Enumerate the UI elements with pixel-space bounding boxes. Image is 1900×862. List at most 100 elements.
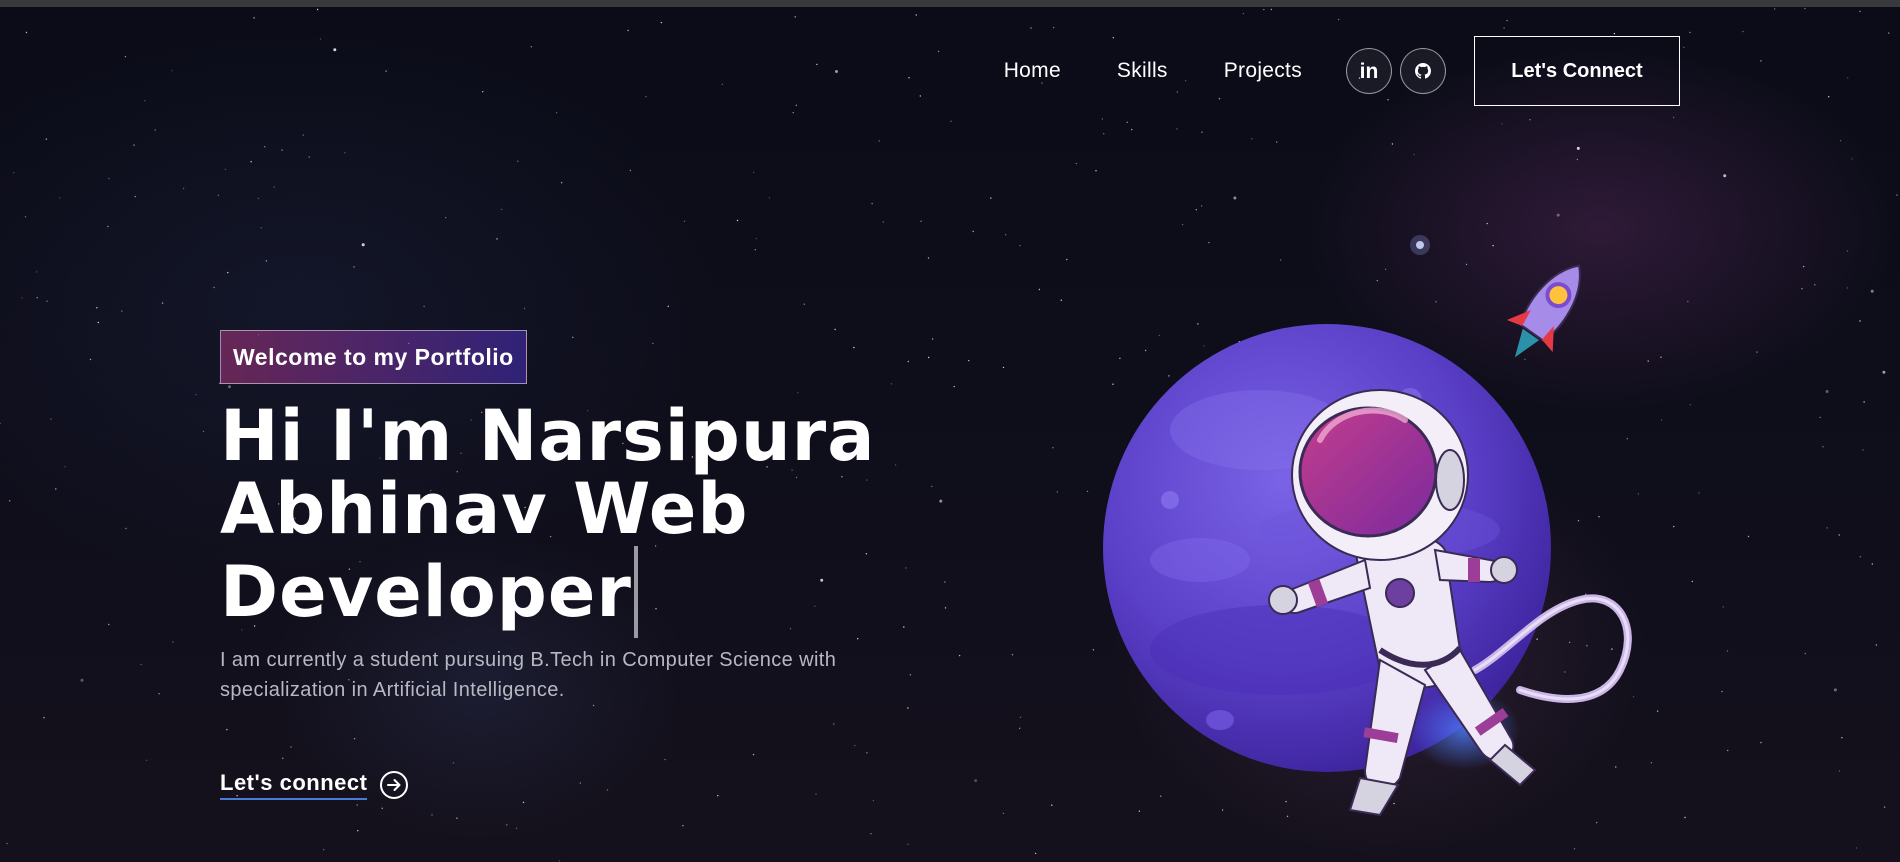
star — [158, 693, 160, 695]
star — [944, 607, 947, 609]
star — [660, 21, 663, 24]
star — [35, 271, 38, 273]
star — [794, 16, 796, 18]
star — [1774, 8, 1776, 10]
star — [1051, 804, 1053, 806]
star — [833, 723, 835, 725]
star — [629, 169, 632, 172]
nav-link-projects[interactable]: Projects — [1224, 59, 1302, 83]
star — [1391, 143, 1394, 145]
star — [920, 220, 922, 222]
headline-line-1: Hi I'm Narsipura — [220, 395, 876, 477]
star — [260, 227, 262, 229]
star — [903, 626, 905, 628]
hero-description: I am currently a student pursuing B.Tech… — [220, 649, 837, 701]
star — [1233, 196, 1237, 200]
star — [1833, 688, 1837, 692]
star — [501, 208, 503, 211]
star — [683, 220, 686, 222]
star — [1270, 8, 1273, 11]
star — [172, 641, 174, 643]
star — [0, 422, 1, 425]
star — [905, 567, 907, 569]
star — [1855, 847, 1858, 849]
star — [213, 286, 215, 289]
star — [1660, 419, 1663, 421]
star — [456, 817, 458, 819]
star — [1847, 77, 1849, 79]
star — [1727, 749, 1729, 752]
star — [1863, 401, 1865, 403]
star — [1056, 491, 1058, 493]
star — [133, 144, 135, 146]
github-button[interactable] — [1400, 48, 1446, 94]
star — [1841, 737, 1843, 739]
star — [682, 825, 684, 827]
star — [1052, 447, 1054, 449]
star — [1888, 32, 1890, 34]
star — [754, 249, 757, 251]
star — [1002, 366, 1005, 369]
linkedin-button[interactable]: in — [1346, 48, 1392, 94]
star — [834, 328, 836, 331]
star — [24, 216, 27, 218]
star — [890, 383, 893, 385]
star — [1726, 650, 1729, 652]
star — [795, 104, 797, 107]
star — [253, 17, 255, 19]
lets-connect-button[interactable]: Let's Connect — [1474, 36, 1680, 106]
star — [1060, 299, 1063, 301]
star — [1760, 741, 1762, 744]
star — [171, 70, 173, 72]
star — [9, 500, 11, 502]
star — [815, 793, 817, 795]
star — [958, 654, 961, 657]
star — [1066, 258, 1068, 261]
nav-link-home[interactable]: Home — [1004, 59, 1061, 83]
star — [124, 56, 127, 58]
star — [1859, 556, 1862, 558]
star — [1503, 27, 1505, 29]
star — [1826, 527, 1828, 529]
star — [1011, 654, 1014, 656]
star — [1075, 162, 1078, 165]
star — [870, 833, 872, 835]
star — [803, 303, 805, 305]
star — [1822, 446, 1824, 448]
star — [558, 860, 561, 862]
star — [1896, 194, 1898, 196]
star — [1201, 131, 1203, 133]
star — [882, 221, 884, 223]
star — [797, 392, 799, 394]
star — [319, 38, 322, 40]
star — [224, 168, 226, 171]
star — [227, 271, 229, 274]
star — [1251, 138, 1253, 140]
star — [1689, 404, 1692, 406]
star — [857, 638, 859, 640]
star — [1819, 416, 1821, 419]
hero-headline: Hi I'm Narsipura Abhinav Web Developer — [220, 400, 875, 638]
lets-connect-link[interactable]: Let's connect — [220, 770, 409, 800]
star — [308, 156, 310, 158]
nav-link-skills[interactable]: Skills — [1117, 59, 1168, 83]
star — [1760, 60, 1762, 62]
star — [265, 260, 268, 262]
star — [736, 219, 739, 222]
star — [968, 359, 970, 362]
star — [950, 120, 952, 123]
star — [872, 799, 875, 802]
star — [1802, 265, 1805, 268]
star — [523, 307, 526, 310]
star — [907, 360, 909, 363]
star — [496, 238, 498, 240]
star — [1825, 390, 1829, 393]
star — [1804, 652, 1807, 655]
star — [195, 394, 197, 396]
star — [1846, 250, 1849, 252]
star — [356, 804, 358, 806]
star — [43, 717, 45, 719]
star — [1263, 8, 1265, 11]
star — [50, 418, 52, 420]
star — [357, 830, 359, 832]
